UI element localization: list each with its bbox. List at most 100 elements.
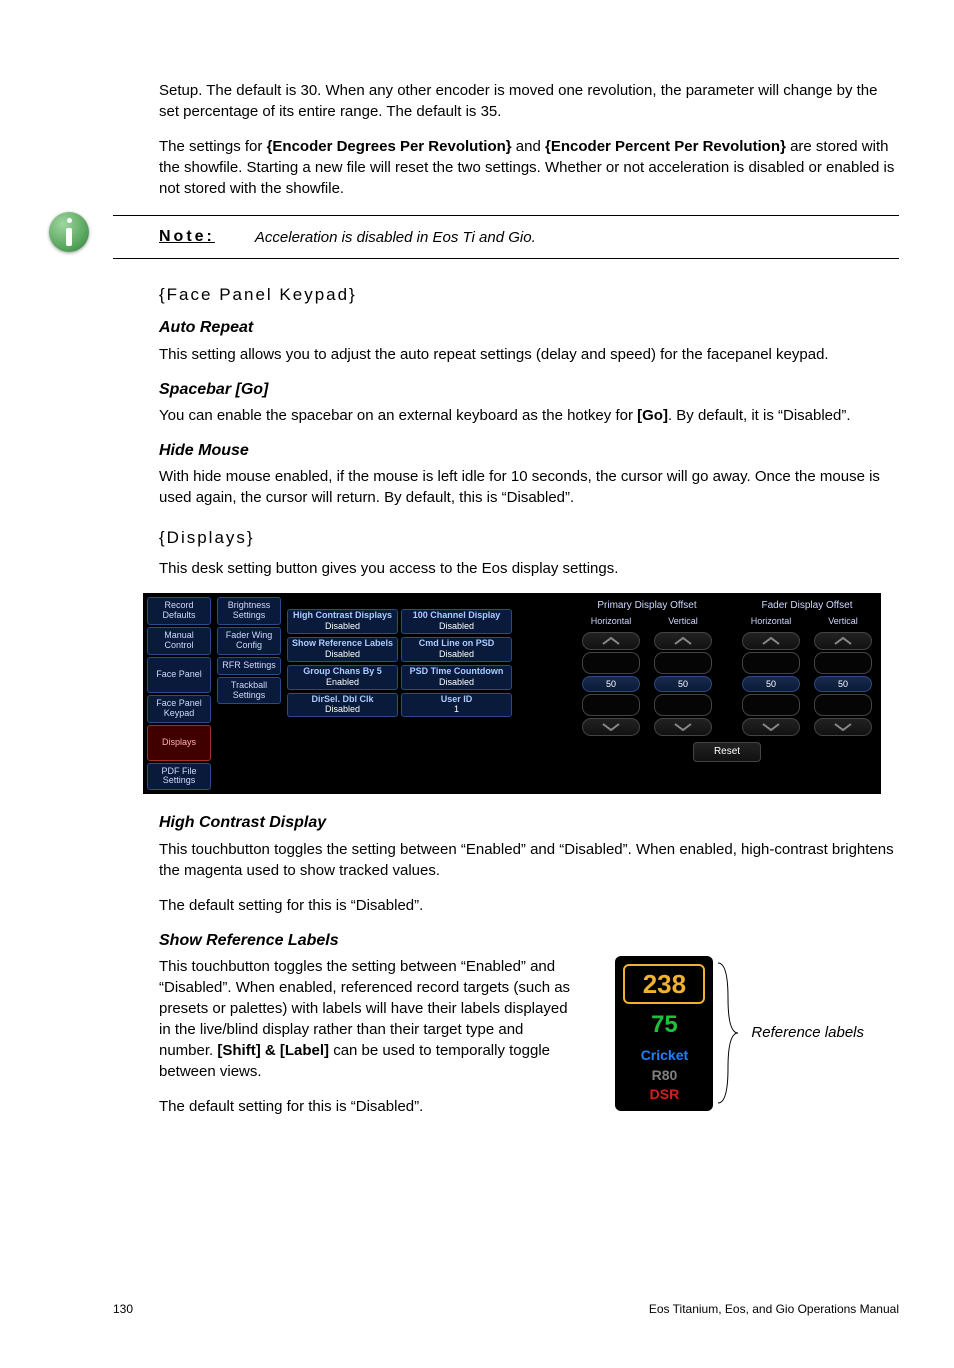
heading-hide-mouse: Hide Mouse (159, 440, 899, 462)
primary-display-offset: Primary Display Offset Horizontal 50 Ver… (577, 599, 717, 736)
displays-intro-paragraph: This desk setting button gives you acces… (159, 558, 899, 579)
page-number: 130 (113, 1301, 133, 1318)
nav-displays[interactable]: Displays (147, 725, 211, 761)
value-button[interactable]: 50 (814, 676, 872, 692)
label: Group Chans By 5 (303, 666, 382, 676)
channel-tile: 238 75 Cricket R80 DSR (615, 956, 713, 1111)
label: PSD Time Countdown (410, 666, 504, 676)
intro-paragraph-1: Setup. The default is 30. When any other… (159, 80, 899, 122)
auto-repeat-paragraph: This setting allows you to adjust the au… (159, 344, 899, 365)
value: Disabled (403, 622, 510, 632)
nav-fader-wing-config[interactable]: Fader Wing Config (217, 627, 281, 655)
text: You can enable the spacebar on an extern… (159, 407, 637, 424)
text: . By default, it is “Disabled”. (668, 407, 851, 424)
heading-show-reference-labels: Show Reference Labels (159, 930, 899, 952)
slider-track[interactable] (814, 694, 872, 716)
btn-group-chans-by-5[interactable]: Group Chans By 5 Enabled (287, 665, 398, 690)
label: 100 Channel Display (413, 610, 501, 620)
label: User ID (441, 694, 473, 704)
btn-high-contrast-displays[interactable]: High Contrast Displays Disabled (287, 609, 398, 634)
label: Horizontal (591, 615, 632, 628)
slider-track[interactable] (582, 694, 640, 716)
slider-track[interactable] (742, 652, 800, 674)
intro-paragraph-2: The settings for {Encoder Degrees Per Re… (159, 136, 899, 199)
arrow-up-button[interactable] (582, 632, 640, 650)
label-cricket: Cricket (619, 1046, 709, 1066)
text-bold: {Encoder Percent Per Revolution} (545, 138, 786, 155)
value: Disabled (289, 650, 396, 660)
value: Disabled (289, 622, 396, 632)
btn-cmd-line-on-psd[interactable]: Cmd Line on PSD Disabled (401, 637, 512, 662)
value: Disabled (289, 705, 396, 715)
srl-paragraph-1: This touchbutton toggles the setting bet… (159, 956, 579, 1082)
text: The settings for (159, 138, 267, 155)
manual-title: Eos Titanium, Eos, and Gio Operations Ma… (649, 1301, 899, 1318)
nav-pdf-file-settings[interactable]: PDF File Settings (147, 763, 211, 791)
arrow-up-button[interactable] (814, 632, 872, 650)
label: Cmd Line on PSD (419, 638, 495, 648)
reset-button[interactable]: Reset (693, 742, 761, 762)
value: Enabled (289, 678, 396, 688)
label: Vertical (668, 615, 698, 628)
nav-manual-control[interactable]: Manual Control (147, 627, 211, 655)
info-icon (49, 212, 89, 252)
hide-mouse-paragraph: With hide mouse enabled, if the mouse is… (159, 466, 899, 508)
note-block: Note: Acceleration is disabled in Eos Ti… (113, 215, 899, 259)
channel-number: 238 (623, 964, 705, 1004)
spacebar-paragraph: You can enable the spacebar on an extern… (159, 405, 899, 426)
hcd-paragraph-2: The default setting for this is “Disable… (159, 895, 899, 916)
btn-100-channel-display[interactable]: 100 Channel Display Disabled (401, 609, 512, 634)
slider-track[interactable] (654, 694, 712, 716)
label-r80: R80 (619, 1066, 709, 1086)
arrow-down-button[interactable] (582, 718, 640, 736)
arrow-down-button[interactable] (654, 718, 712, 736)
btn-dirsel-dbl-clk[interactable]: DirSel. Dbl ClkDisabled (287, 693, 398, 718)
nav-record-defaults[interactable]: Record Defaults (147, 597, 211, 625)
reference-labels-figure: 238 75 Cricket R80 DSR Reference labels (615, 956, 864, 1111)
nav-column-left: Record Defaults Manual Control Face Pane… (147, 597, 211, 790)
settings-buttons: High Contrast Displays Disabled 100 Chann… (287, 597, 512, 790)
label: Show Reference Labels (292, 638, 393, 648)
btn-show-reference-labels[interactable]: Show Reference Labels Disabled (287, 637, 398, 662)
nav-column-right: Brightness Settings Fader Wing Config RF… (217, 597, 281, 790)
btn-user-id[interactable]: User ID1 (401, 693, 512, 718)
arrow-down-button[interactable] (742, 718, 800, 736)
nav-rfr-settings[interactable]: RFR Settings (217, 657, 281, 675)
slider-track[interactable] (814, 652, 872, 674)
arrow-up-button[interactable] (654, 632, 712, 650)
label: High Contrast Displays (293, 610, 392, 620)
value-button[interactable]: 50 (742, 676, 800, 692)
nav-brightness-settings[interactable]: Brightness Settings (217, 597, 281, 625)
srl-paragraph-2: The default setting for this is “Disable… (159, 1096, 579, 1117)
text: and (512, 138, 545, 155)
text-bold: [Shift] & [Label] (217, 1042, 329, 1059)
slider-track[interactable] (654, 652, 712, 674)
label-dsr: DSR (619, 1085, 709, 1105)
label: Vertical (828, 615, 858, 628)
heading-auto-repeat: Auto Repeat (159, 317, 899, 339)
note-label: Note: (159, 226, 215, 248)
value-button[interactable]: 50 (582, 676, 640, 692)
figure-caption: Reference labels (751, 1024, 864, 1042)
hcd-paragraph-1: This touchbutton toggles the setting bet… (159, 839, 899, 881)
note-text: Acceleration is disabled in Eos Ti and G… (255, 227, 899, 248)
arrow-down-button[interactable] (814, 718, 872, 736)
nav-trackball-settings[interactable]: Trackball Settings (217, 677, 281, 705)
nav-face-panel[interactable]: Face Panel (147, 657, 211, 693)
label: Fader Display Offset (737, 599, 877, 613)
offset-panel: Primary Display Offset Horizontal 50 Ver… (577, 597, 877, 790)
value-button[interactable]: 50 (654, 676, 712, 692)
slider-track[interactable] (582, 652, 640, 674)
value: Disabled (403, 650, 510, 660)
slider-track[interactable] (742, 694, 800, 716)
section-displays: {Displays} (159, 526, 899, 550)
nav-face-panel-keypad[interactable]: Face Panel Keypad (147, 695, 211, 723)
value: 1 (403, 705, 510, 715)
btn-psd-time-countdown[interactable]: PSD Time CountdownDisabled (401, 665, 512, 690)
text-bold: {Encoder Degrees Per Revolution} (267, 138, 512, 155)
arrow-up-button[interactable] (742, 632, 800, 650)
heading-high-contrast-display: High Contrast Display (159, 812, 899, 834)
label: DirSel. Dbl Clk (311, 694, 373, 704)
page-footer: 130 Eos Titanium, Eos, and Gio Operation… (113, 1301, 899, 1318)
fader-display-offset: Fader Display Offset Horizontal 50 Verti… (737, 599, 877, 736)
